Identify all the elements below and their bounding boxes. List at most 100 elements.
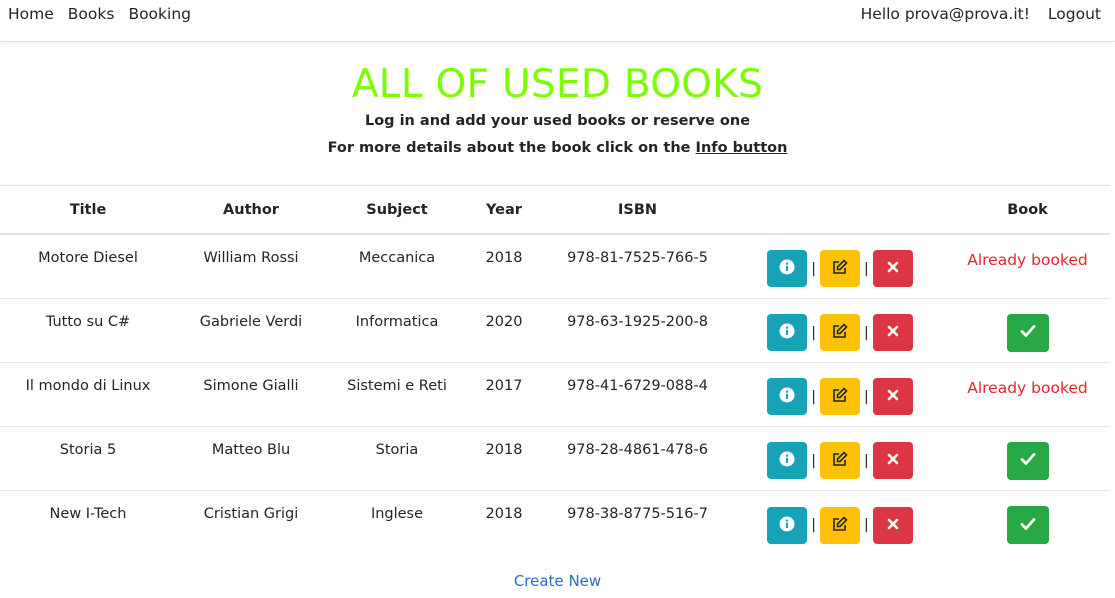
info-button[interactable] bbox=[767, 442, 808, 479]
info-button[interactable] bbox=[767, 506, 808, 544]
check-icon bbox=[1020, 517, 1036, 534]
cell-year: 2020 bbox=[485, 314, 523, 330]
action-buttons: | | bbox=[767, 314, 913, 351]
close-icon bbox=[887, 518, 899, 533]
nav-right: Hello prova@prova.it! Logout bbox=[861, 5, 1101, 23]
delete-button[interactable] bbox=[872, 442, 913, 479]
column-header-title[interactable]: Title bbox=[0, 186, 176, 233]
nav-booking-link[interactable]: Booking bbox=[128, 5, 191, 23]
cell-title: Il mondo di Linux bbox=[25, 378, 151, 394]
cell-subject: Meccanica bbox=[358, 250, 436, 266]
column-header-actions bbox=[735, 186, 945, 233]
column-header-author[interactable]: Author bbox=[176, 186, 326, 233]
nav-left: Home Books Booking bbox=[8, 5, 191, 23]
nav-books-link[interactable]: Books bbox=[68, 5, 115, 23]
subtitle-info-prefix: For more details about the book click on… bbox=[327, 140, 696, 156]
cell-book bbox=[945, 491, 1110, 555]
column-header-year[interactable]: Year bbox=[468, 186, 540, 233]
close-icon bbox=[887, 261, 899, 276]
cell-title: Motore Diesel bbox=[38, 250, 138, 266]
edit-button[interactable] bbox=[820, 314, 860, 351]
book-button-wrap bbox=[1006, 506, 1049, 544]
edit-button[interactable] bbox=[820, 506, 860, 544]
book-button-wrap bbox=[1006, 441, 1049, 480]
page-title: ALL OF USED BOOKS bbox=[351, 62, 764, 107]
separator: | bbox=[864, 452, 869, 469]
cell-year: 2018 bbox=[485, 442, 523, 458]
cell-subject: Inglese bbox=[370, 506, 424, 522]
edit-button[interactable] bbox=[820, 378, 860, 415]
delete-button[interactable] bbox=[872, 506, 913, 544]
nav-home-link[interactable]: Home bbox=[8, 5, 54, 23]
navbar: Home Books Booking Hello prova@prova.it!… bbox=[0, 0, 1115, 42]
separator: | bbox=[864, 517, 869, 533]
cell-isbn: 978-41-6729-088-4 bbox=[567, 378, 708, 394]
logout-link[interactable]: Logout bbox=[1048, 5, 1101, 23]
cell-actions: | | bbox=[735, 491, 945, 555]
cell-isbn: 978-63-1925-200-8 bbox=[567, 314, 708, 330]
action-buttons: | | bbox=[767, 442, 913, 479]
column-header-book[interactable]: Book bbox=[945, 186, 1110, 233]
cell-author: Matteo Blu bbox=[211, 442, 291, 458]
edit-button[interactable] bbox=[820, 442, 860, 479]
edit-icon bbox=[831, 258, 849, 279]
separator: | bbox=[811, 452, 816, 469]
book-button[interactable] bbox=[1006, 313, 1049, 352]
separator: | bbox=[811, 324, 816, 341]
info-button-link[interactable]: Info button bbox=[696, 140, 788, 156]
page-header: ALL OF USED BOOKS Log in and add your us… bbox=[0, 62, 1115, 162]
action-buttons: | | bbox=[767, 378, 913, 415]
cell-actions: | | bbox=[735, 299, 945, 362]
info-circle-icon bbox=[779, 387, 795, 406]
table-header-row: Title Author Subject Year ISBN Book bbox=[0, 185, 1110, 235]
info-circle-icon bbox=[779, 451, 795, 470]
book-button-wrap bbox=[1006, 313, 1049, 352]
delete-button[interactable] bbox=[872, 378, 913, 415]
cell-author: William Rossi bbox=[203, 250, 299, 266]
create-new-link[interactable]: Create New bbox=[514, 572, 601, 590]
info-circle-icon bbox=[779, 259, 795, 278]
close-icon bbox=[887, 389, 899, 404]
cell-actions: | | bbox=[735, 235, 945, 298]
table-row: Storia 5 Matteo Blu Storia 2018 978-28-4861-… bbox=[0, 427, 1110, 491]
info-button[interactable] bbox=[767, 378, 808, 415]
cell-actions: | | bbox=[735, 363, 945, 426]
check-icon bbox=[1020, 452, 1036, 469]
edit-button[interactable] bbox=[820, 250, 860, 287]
cell-author: Gabriele Verdi bbox=[199, 314, 303, 330]
info-button[interactable] bbox=[767, 314, 808, 351]
book-button[interactable] bbox=[1006, 441, 1049, 480]
cell-isbn: 978-81-7525-766-5 bbox=[567, 250, 708, 266]
cell-subject: Storia bbox=[375, 442, 419, 458]
column-header-isbn[interactable]: ISBN bbox=[540, 186, 735, 233]
subtitle-login: Log in and add your used books or reserv… bbox=[364, 113, 751, 129]
action-buttons: | | bbox=[767, 506, 913, 544]
cell-subject: Informatica bbox=[355, 314, 439, 330]
cell-title: Storia 5 bbox=[59, 442, 117, 458]
user-greeting-link[interactable]: Hello prova@prova.it! bbox=[861, 5, 1030, 23]
cell-book: Already booked bbox=[945, 235, 1110, 298]
info-button[interactable] bbox=[767, 250, 808, 287]
book-button[interactable] bbox=[1006, 506, 1049, 544]
cell-isbn: 978-28-4861-478-6 bbox=[567, 442, 708, 458]
delete-button[interactable] bbox=[872, 250, 913, 287]
check-icon bbox=[1020, 324, 1036, 341]
cell-year: 2017 bbox=[485, 378, 523, 394]
separator: | bbox=[864, 388, 869, 405]
table-row: Il mondo di Linux Simone Gialli Sistemi e … bbox=[0, 363, 1110, 427]
cell-subject: Sistemi e Reti bbox=[347, 378, 447, 394]
action-buttons: | | bbox=[767, 250, 913, 287]
cell-author: Cristian Grigi bbox=[203, 506, 299, 522]
delete-button[interactable] bbox=[872, 314, 913, 351]
already-booked-status: Already booked bbox=[967, 250, 1088, 269]
edit-icon bbox=[831, 450, 849, 471]
column-header-subject[interactable]: Subject bbox=[326, 186, 468, 233]
separator: | bbox=[811, 517, 816, 533]
edit-icon bbox=[831, 515, 849, 536]
table-row: Tutto su C# Gabriele Verdi Informatica 2020… bbox=[0, 299, 1110, 363]
cell-isbn: 978-38-8775-516-7 bbox=[567, 506, 708, 522]
separator: | bbox=[811, 260, 816, 277]
info-circle-icon bbox=[779, 323, 795, 342]
separator: | bbox=[811, 388, 816, 405]
close-icon bbox=[887, 325, 899, 340]
